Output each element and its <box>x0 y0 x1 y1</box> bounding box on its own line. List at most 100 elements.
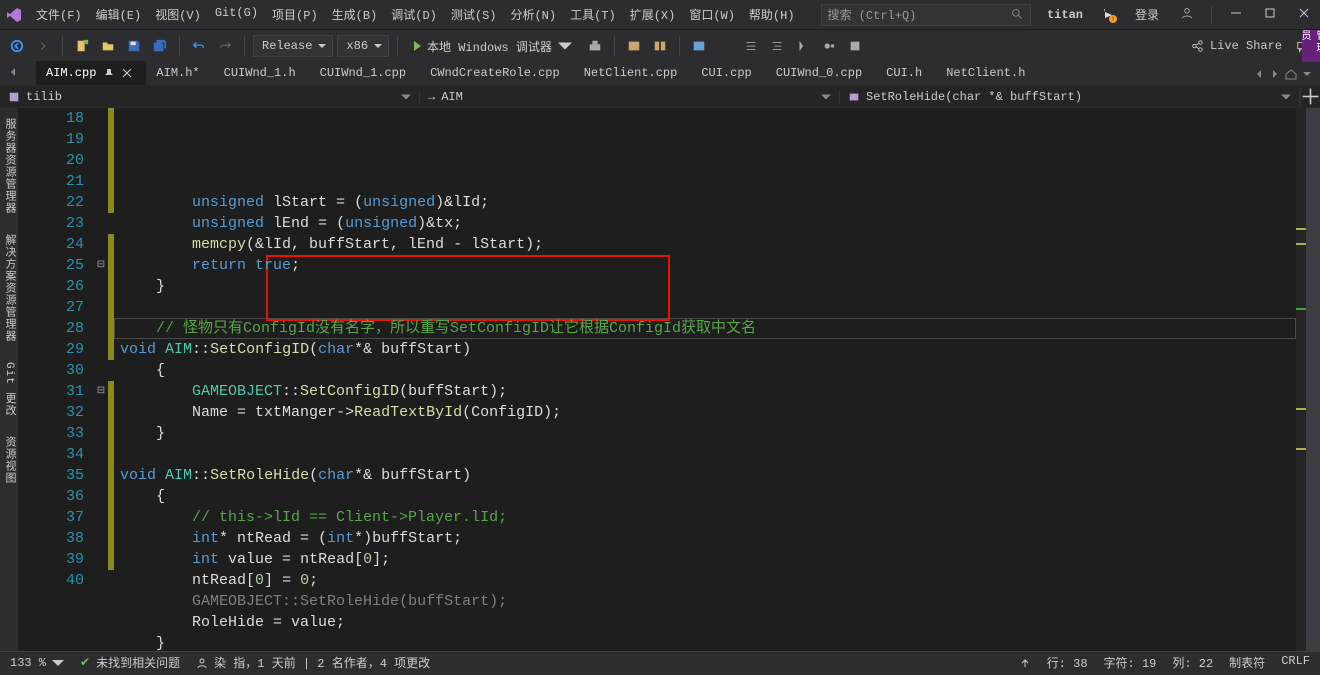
tabwell-right-tools <box>1252 67 1320 85</box>
tb-icon-8[interactable] <box>818 35 840 57</box>
menu-item[interactable]: 调试(D) <box>385 2 443 27</box>
overview-ruler[interactable] <box>1296 108 1306 651</box>
platform-value: x86 <box>346 39 368 53</box>
svg-text:!: ! <box>1111 16 1115 23</box>
menu-item[interactable]: 帮助(H) <box>743 2 801 27</box>
main-toolbar: Release x86 本地 Windows 调试器 Live Share <box>0 30 1320 62</box>
separator <box>62 36 63 56</box>
menu-item[interactable]: 测试(S) <box>445 2 503 27</box>
menu-item[interactable]: Git(G) <box>209 2 264 27</box>
document-tab[interactable]: CUIWnd_1.h <box>214 61 310 85</box>
tabwell-prev-icon[interactable] <box>1252 67 1266 85</box>
liveshare-label: Live Share <box>1210 39 1282 53</box>
open-button[interactable] <box>97 35 119 57</box>
document-tab-label: CUIWnd_1.h <box>224 66 296 80</box>
document-tab[interactable]: AIM.h* <box>146 61 213 85</box>
save-button[interactable] <box>123 35 145 57</box>
nav-scope-value: AIM <box>441 90 463 104</box>
toolwindow-tab[interactable]: Git 更改 <box>0 356 18 422</box>
nav-back-button[interactable] <box>6 35 28 57</box>
menu-item[interactable]: 工具(T) <box>564 2 622 27</box>
toolwindow-tab[interactable]: 服务器资源管理器 <box>0 112 18 220</box>
menu-item[interactable]: 窗口(W) <box>683 2 741 27</box>
tb-icon-4[interactable] <box>714 35 736 57</box>
arrow-right-icon: → <box>428 90 435 104</box>
document-tab[interactable]: CUI.h <box>876 61 936 85</box>
checkmark-icon: ✔ <box>80 655 90 670</box>
separator <box>179 36 180 56</box>
attach-button[interactable] <box>584 35 606 57</box>
liveshare-button[interactable]: Live Share <box>1190 39 1282 53</box>
start-debug-button[interactable]: 本地 Windows 调试器 <box>406 35 580 57</box>
tb-icon-9[interactable] <box>844 35 866 57</box>
config-combo[interactable]: Release <box>253 35 333 57</box>
platform-combo[interactable]: x86 <box>337 35 389 57</box>
document-tab[interactable]: AIM.cpp <box>36 61 146 85</box>
notifications-icon[interactable]: ! <box>1101 7 1117 23</box>
code-area[interactable]: unsigned lStart = (unsigned)&lId; unsign… <box>114 108 1296 651</box>
signin-button[interactable]: 登录 <box>1131 4 1163 25</box>
solution-name[interactable]: titan <box>1043 6 1087 24</box>
code-nav-bar: tilib → AIM SetRoleHide(char *& buffStar… <box>0 86 1320 108</box>
nav-member-combo[interactable]: SetRoleHide(char *& buffStart) <box>840 90 1300 104</box>
menu-item[interactable]: 项目(P) <box>266 2 324 27</box>
glyph-margin <box>18 108 52 651</box>
signin-avatar-icon[interactable] <box>1177 5 1197 25</box>
debug-target-label: 本地 Windows 调试器 <box>427 38 552 55</box>
new-button[interactable] <box>71 35 93 57</box>
left-toolwindow-tabs: 服务器资源管理器解决方案资源管理器 Git 更改资源视图 <box>0 108 18 651</box>
pin-icon[interactable] <box>104 68 114 78</box>
fold-margin[interactable]: ⊟⊟ <box>94 108 108 651</box>
search-box[interactable]: 搜索 (Ctrl+Q) <box>821 4 1031 26</box>
document-tab-label: NetClient.h <box>946 66 1025 80</box>
tabwell-menu-icon[interactable] <box>1300 67 1314 85</box>
document-tab-label: CWndCreateRole.cpp <box>430 66 560 80</box>
nav-split-button[interactable] <box>1300 87 1320 106</box>
document-tabstrip: AIM.cppAIM.h* CUIWnd_1.h CUIWnd_1.cpp CWndC… <box>0 62 1320 86</box>
tab-scroll-left-icon[interactable] <box>6 65 20 83</box>
close-icon[interactable] <box>122 68 132 78</box>
tb-icon-1[interactable] <box>623 35 645 57</box>
window-minimize-button[interactable] <box>1226 5 1246 25</box>
tabwell-next-icon[interactable] <box>1268 67 1282 85</box>
document-tab-label: CUI.h <box>886 66 922 80</box>
menu-item[interactable]: 生成(B) <box>326 2 384 27</box>
document-tab[interactable]: CUIWnd_1.cpp <box>310 61 420 85</box>
menu-item[interactable]: 扩展(X) <box>624 2 682 27</box>
tb-icon-5[interactable] <box>740 35 762 57</box>
tabwell-home-icon[interactable] <box>1284 67 1298 85</box>
menu-item[interactable]: 文件(F) <box>30 2 88 27</box>
titlebar: 文件(F)编辑(E)视图(V)Git(G)项目(P)生成(B)调试(D)测试(S… <box>0 0 1320 30</box>
document-tab[interactable]: NetClient.cpp <box>574 61 692 85</box>
code-editor[interactable]: 1819202122232425262728293031323334353637… <box>18 108 1320 651</box>
document-tab[interactable]: NetClient.h <box>936 61 1039 85</box>
redo-button[interactable] <box>214 35 236 57</box>
toolwindow-tab[interactable]: 资源视图 <box>0 430 18 490</box>
search-placeholder: 搜索 (Ctrl+Q) <box>828 6 1011 23</box>
tb-icon-3[interactable] <box>688 35 710 57</box>
document-tab[interactable]: CWndCreateRole.cpp <box>420 61 574 85</box>
tb-icon-7[interactable] <box>792 35 814 57</box>
tb-icon-6[interactable] <box>766 35 788 57</box>
play-icon <box>414 41 421 51</box>
tb-icon-2[interactable] <box>649 35 671 57</box>
nav-scope-combo[interactable]: → AIM <box>420 90 840 104</box>
menu-item[interactable]: 分析(N) <box>504 2 562 27</box>
document-tab-label: CUIWnd_1.cpp <box>320 66 406 80</box>
menu-item[interactable]: 视图(V) <box>149 2 207 27</box>
vertical-scrollbar[interactable] <box>1306 108 1320 651</box>
nav-project-combo[interactable]: tilib <box>0 90 420 104</box>
separator <box>1211 6 1212 24</box>
zoom-level[interactable]: 133 % <box>10 656 64 670</box>
undo-button[interactable] <box>188 35 210 57</box>
nav-fwd-button[interactable] <box>32 35 54 57</box>
document-tab[interactable]: CUI.cpp <box>691 61 765 85</box>
main-menubar: 文件(F)编辑(E)视图(V)Git(G)项目(P)生成(B)调试(D)测试(S… <box>30 2 801 27</box>
window-close-button[interactable] <box>1294 5 1314 25</box>
method-icon <box>848 91 860 103</box>
toolwindow-tab[interactable]: 解决方案资源管理器 <box>0 228 18 348</box>
window-restore-button[interactable] <box>1260 5 1280 25</box>
saveall-button[interactable] <box>149 35 171 57</box>
menu-item[interactable]: 编辑(E) <box>90 2 148 27</box>
document-tab[interactable]: CUIWnd_0.cpp <box>766 61 876 85</box>
